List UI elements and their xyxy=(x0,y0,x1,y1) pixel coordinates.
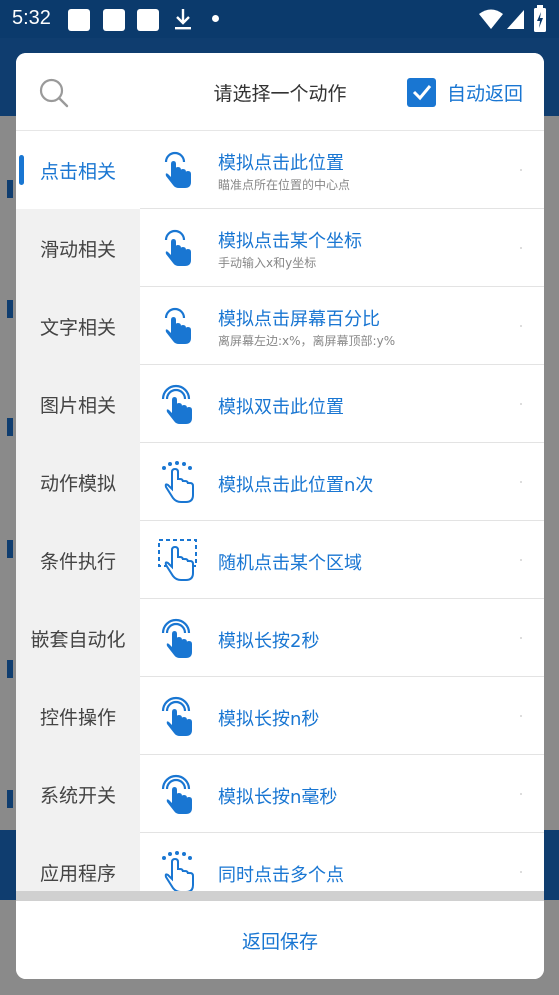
category-label: 动作模拟 xyxy=(39,472,116,495)
wifi-icon xyxy=(479,9,503,29)
action-title: 模拟点击屏幕百分比 xyxy=(218,309,380,330)
category-system[interactable]: 系统开关 xyxy=(16,755,140,833)
category-list: 点击相关 滑动相关 文字相关 图片相关 动作模拟 条件执行 嵌套自动化 控件操作… xyxy=(16,131,140,891)
multi-tap-icon xyxy=(162,461,194,503)
status-time: 5:32 xyxy=(12,7,51,29)
action-title: 模拟双击此位置 xyxy=(218,397,344,418)
background-marker xyxy=(7,660,13,678)
action-subtitle: 离屏幕左边:x%，离屏幕顶部:y% xyxy=(218,334,396,348)
category-label: 控件操作 xyxy=(39,706,116,729)
category-image[interactable]: 图片相关 xyxy=(16,365,140,443)
action-list: 模拟点击此位置 瞄准点所在位置的中心点 模拟点击某个坐标 手动输入x和y坐标 模… xyxy=(140,131,544,891)
action-row[interactable]: 模拟点击屏幕百分比 离屏幕左边:x%，离屏幕顶部:y% xyxy=(140,287,544,365)
notification-icon xyxy=(68,9,90,31)
row-divider-dot xyxy=(520,637,522,639)
return-save-button[interactable]: 返回保存 xyxy=(16,901,544,979)
row-divider-dot xyxy=(520,871,522,873)
action-row[interactable]: 模拟点击此位置n次 xyxy=(140,443,544,521)
background-marker xyxy=(7,790,13,808)
action-title: 模拟长按n毫秒 xyxy=(218,787,338,808)
row-divider-dot xyxy=(520,559,522,561)
action-row[interactable]: 模拟长按n秒 xyxy=(140,677,544,755)
double-tap-icon xyxy=(161,384,192,424)
category-label: 点击相关 xyxy=(39,160,116,183)
action-row[interactable]: 模拟双击此位置 xyxy=(140,365,544,443)
download-icon xyxy=(175,9,191,30)
tap-icon xyxy=(164,307,191,344)
row-divider-dot xyxy=(520,247,522,249)
category-widget[interactable]: 控件操作 xyxy=(16,677,140,755)
category-nested[interactable]: 嵌套自动化 xyxy=(16,599,140,677)
tap-icon xyxy=(164,151,191,188)
action-title: 同时点击多个点 xyxy=(218,865,344,886)
category-text[interactable]: 文字相关 xyxy=(16,287,140,365)
action-title: 模拟点击此位置 xyxy=(218,153,344,174)
background-marker xyxy=(7,418,13,436)
notification-icon xyxy=(103,9,125,31)
action-row[interactable]: 模拟长按2秒 xyxy=(140,599,544,677)
checkmark-icon xyxy=(412,85,431,101)
action-row[interactable]: 模拟点击某个坐标 手动输入x和y坐标 xyxy=(140,209,544,287)
status-bar: 5:32 xyxy=(0,0,559,38)
background-marker xyxy=(7,180,13,198)
area-tap-icon xyxy=(158,539,197,581)
auto-return-toggle[interactable]: 自动返回 xyxy=(407,76,523,108)
signal-icon xyxy=(507,10,524,29)
action-subtitle: 瞄准点所在位置的中心点 xyxy=(218,178,351,192)
multi-tap-icon xyxy=(162,851,194,891)
horizontal-scrollbar[interactable] xyxy=(16,891,544,901)
action-subtitle: 手动输入x和y坐标 xyxy=(218,256,317,270)
notification-icon xyxy=(137,9,159,31)
active-indicator xyxy=(19,155,24,185)
row-divider-dot xyxy=(520,403,522,405)
long-press-icon xyxy=(161,774,192,814)
category-label: 系统开关 xyxy=(39,784,116,807)
category-label: 文字相关 xyxy=(39,316,116,339)
row-divider-dot xyxy=(520,481,522,483)
background-marker xyxy=(7,540,13,558)
action-row[interactable]: 模拟长按n毫秒 xyxy=(140,755,544,833)
long-press-icon xyxy=(161,618,192,658)
battery-icon xyxy=(534,5,546,32)
category-label: 条件执行 xyxy=(39,550,116,573)
category-action-sim[interactable]: 动作模拟 xyxy=(16,443,140,521)
action-title: 模拟长按2秒 xyxy=(218,631,320,652)
action-row[interactable]: 同时点击多个点 xyxy=(140,833,544,891)
row-divider-dot xyxy=(520,793,522,795)
category-swipe[interactable]: 滑动相关 xyxy=(16,209,140,287)
long-press-icon xyxy=(161,696,192,736)
category-label: 应用程序 xyxy=(39,862,116,885)
row-divider-dot xyxy=(520,169,522,171)
action-picker-dialog: 请选择一个动作 自动返回 点击相关 滑动相关 文字相关 图片相关 动作模拟 条件… xyxy=(16,53,544,979)
category-tap[interactable]: 点击相关 xyxy=(16,131,140,209)
action-title: 模拟点击此位置n次 xyxy=(218,475,374,496)
category-label: 图片相关 xyxy=(39,394,116,417)
category-conditional[interactable]: 条件执行 xyxy=(16,521,140,599)
category-label: 嵌套自动化 xyxy=(30,628,126,651)
action-title: 模拟点击某个坐标 xyxy=(218,231,362,252)
row-divider-dot xyxy=(520,715,522,717)
auto-return-label: 自动返回 xyxy=(447,82,524,105)
more-notifications-icon xyxy=(212,15,219,22)
tap-icon xyxy=(164,229,191,266)
action-title: 模拟长按n秒 xyxy=(218,709,320,730)
dialog-header: 请选择一个动作 自动返回 xyxy=(16,53,544,131)
auto-return-checkbox[interactable] xyxy=(407,77,436,107)
category-label: 滑动相关 xyxy=(39,238,116,261)
action-row[interactable]: 随机点击某个区域 xyxy=(140,521,544,599)
background-marker xyxy=(7,300,13,318)
row-divider-dot xyxy=(520,325,522,327)
action-title: 随机点击某个区域 xyxy=(218,553,362,574)
action-row[interactable]: 模拟点击此位置 瞄准点所在位置的中心点 xyxy=(140,131,544,209)
